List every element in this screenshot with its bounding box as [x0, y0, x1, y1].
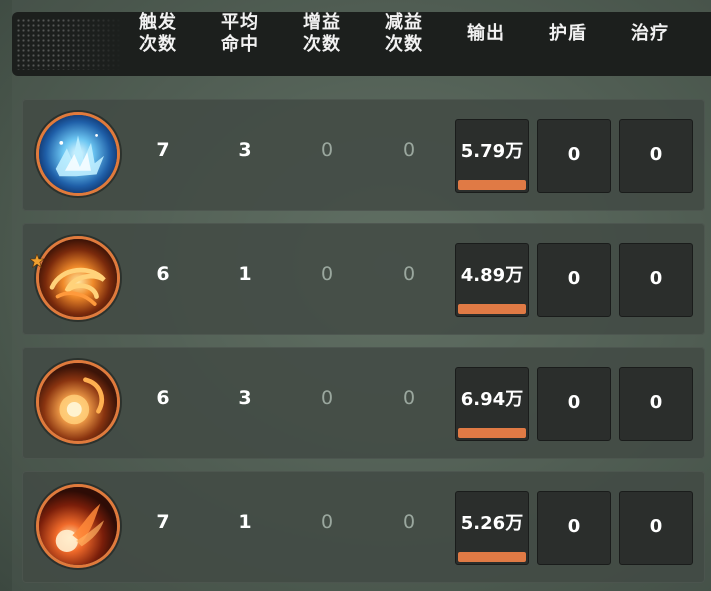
shield-cell: 0: [537, 491, 611, 565]
table-row[interactable]: 7 1 0 0 5.26万 0 0: [22, 471, 705, 583]
shield-value: 0: [567, 143, 581, 165]
header-avg-hits: 平均 命中: [221, 12, 259, 55]
heal-value: 0: [649, 515, 663, 537]
shield-value: 0: [567, 391, 581, 413]
header-debuffs: 减益 次数: [385, 12, 423, 55]
damage-cell: 4.89万: [455, 243, 529, 317]
trigger-count: 6: [156, 263, 170, 285]
ice-shard-skill-icon[interactable]: [36, 112, 120, 196]
heal-cell: 0: [619, 367, 693, 441]
damage-cell: 5.79万: [455, 119, 529, 193]
debuff-count: 0: [402, 387, 416, 409]
star-icon: [30, 254, 44, 268]
fire-orb-skill-icon[interactable]: [36, 360, 120, 444]
trigger-count: 6: [156, 387, 170, 409]
shield-value: 0: [567, 515, 581, 537]
shield-cell: 0: [537, 367, 611, 441]
table-row[interactable]: 6 1 0 0 4.89万 0 0: [22, 223, 705, 335]
damage-bar: [458, 304, 526, 314]
trigger-count: 7: [156, 139, 170, 161]
shield-cell: 0: [537, 243, 611, 317]
shield-value: 0: [567, 267, 581, 289]
header-triggers: 触发 次数: [139, 12, 177, 55]
avg-hits: 3: [238, 387, 252, 409]
heal-value: 0: [649, 391, 663, 413]
damage-value: 6.94万: [460, 389, 524, 410]
heal-value: 0: [649, 267, 663, 289]
buff-count: 0: [320, 387, 334, 409]
header-buffs: 增益 次数: [303, 12, 341, 55]
debuff-count: 0: [402, 139, 416, 161]
buff-count: 0: [320, 511, 334, 533]
avg-hits: 1: [238, 511, 252, 533]
trigger-count: 7: [156, 511, 170, 533]
heal-cell: 0: [619, 243, 693, 317]
debuff-count: 0: [402, 511, 416, 533]
heal-cell: 0: [619, 119, 693, 193]
header-damage: 输出: [467, 23, 505, 44]
shield-cell: 0: [537, 119, 611, 193]
damage-value: 5.79万: [460, 141, 524, 162]
table-header: [12, 12, 711, 76]
buff-count: 0: [320, 263, 334, 285]
table-row[interactable]: 6 3 0 0 6.94万 0 0: [22, 347, 705, 459]
avg-hits: 1: [238, 263, 252, 285]
header-decoration: [16, 18, 124, 70]
heal-cell: 0: [619, 491, 693, 565]
heal-value: 0: [649, 143, 663, 165]
fireball-skill-icon[interactable]: [36, 484, 120, 568]
damage-bar: [458, 180, 526, 190]
damage-cell: 6.94万: [455, 367, 529, 441]
fire-swirl-skill-icon[interactable]: [36, 236, 120, 320]
avg-hits: 3: [238, 139, 252, 161]
damage-cell: 5.26万: [455, 491, 529, 565]
buff-count: 0: [320, 139, 334, 161]
table-row[interactable]: 7 3 0 0 5.79万 0 0: [22, 99, 705, 211]
damage-value: 4.89万: [460, 265, 524, 286]
header-shield: 护盾: [549, 23, 587, 44]
damage-value: 5.26万: [460, 513, 524, 534]
header-heal: 治疗: [631, 23, 669, 44]
debuff-count: 0: [402, 263, 416, 285]
damage-bar: [458, 552, 526, 562]
damage-bar: [458, 428, 526, 438]
